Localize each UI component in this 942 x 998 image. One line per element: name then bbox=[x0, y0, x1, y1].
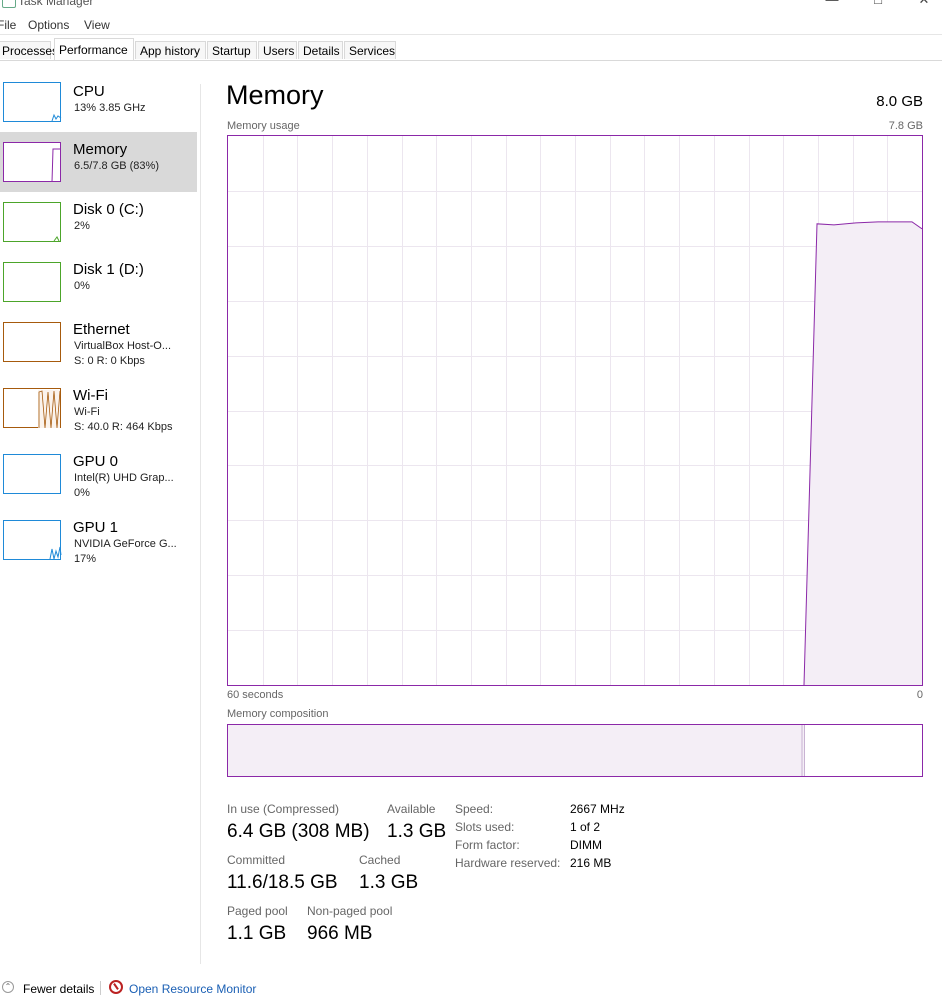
sidebar-item-detail: 0% bbox=[74, 280, 90, 292]
speed-value: 2667 MHz bbox=[570, 802, 625, 816]
resource-monitor-icon[interactable] bbox=[109, 980, 123, 994]
tab-processes[interactable]: Processes bbox=[0, 41, 58, 59]
composition-in-use-segment[interactable] bbox=[228, 725, 804, 776]
sidebar-item-detail: 6.5/7.8 GB (83%) bbox=[74, 160, 159, 172]
menu-view[interactable]: View bbox=[84, 18, 110, 32]
gpu0-thumbnail bbox=[3, 454, 61, 494]
sidebar-item-detail: Intel(R) UHD Grap... bbox=[74, 472, 174, 484]
sidebar-item-title: CPU bbox=[73, 83, 105, 100]
memory-total: 8.0 GB bbox=[876, 93, 923, 110]
memory-composition-label: Memory composition bbox=[227, 708, 329, 720]
memory-thumbnail bbox=[3, 142, 61, 183]
menu-file[interactable]: File bbox=[0, 18, 16, 32]
menu-bar: File Options View bbox=[0, 16, 942, 35]
sidebar-item-detail: 2% bbox=[74, 220, 90, 232]
slots-used-label: Slots used: bbox=[455, 820, 515, 834]
menu-options[interactable]: Options bbox=[28, 18, 69, 32]
close-icon[interactable]: ✕ bbox=[912, 0, 936, 8]
in-use-label: In use (Compressed) bbox=[227, 802, 340, 816]
chevron-up-icon[interactable]: ⌃ bbox=[2, 981, 14, 993]
disk0-thumbnail bbox=[3, 202, 61, 242]
disk1-thumbnail bbox=[3, 262, 61, 302]
sidebar-item-disk1[interactable]: Disk 1 (D:) 0% bbox=[0, 252, 197, 312]
sidebar-item-usage: 17% bbox=[74, 553, 97, 565]
hardware-reserved-value: 216 MB bbox=[570, 856, 612, 870]
sidebar-item-gpu0[interactable]: GPU 0 Intel(R) UHD Grap... 0% bbox=[0, 444, 197, 508]
memory-composition-plot bbox=[228, 725, 805, 776]
sidebar-item-detail: Wi-Fi bbox=[74, 406, 100, 418]
sidebar-item-title: GPU 0 bbox=[73, 453, 119, 470]
sidebar-item-detail: NVIDIA GeForce G... bbox=[74, 538, 177, 550]
time-axis-right-label: 0 bbox=[916, 689, 923, 701]
sidebar-item-title: Wi-Fi bbox=[73, 387, 108, 404]
time-axis-left-label: 60 seconds bbox=[227, 689, 284, 701]
non-paged-pool-value: 966 MB bbox=[307, 923, 373, 944]
in-use-value: 6.4 GB (308 MB) bbox=[227, 821, 370, 842]
memory-composition-bar[interactable] bbox=[227, 724, 923, 777]
non-paged-pool-label: Non-paged pool bbox=[307, 904, 393, 918]
sidebar-item-title: GPU 1 bbox=[73, 519, 119, 536]
sidebar-item-cpu[interactable]: CPU 13% 3.85 GHz bbox=[0, 72, 197, 132]
cached-label: Cached bbox=[359, 853, 401, 867]
tab-performance[interactable]: Performance bbox=[54, 38, 134, 60]
cpu-thumbnail bbox=[3, 82, 62, 122]
sidebar-item-throughput: S: 40.0 R: 464 Kbps bbox=[74, 421, 173, 433]
form-factor-label: Form factor: bbox=[455, 838, 520, 852]
footer-bar: ⌃ Fewer details Open Resource Monitor bbox=[0, 978, 942, 998]
speed-label: Speed: bbox=[455, 802, 494, 816]
footer-separator bbox=[100, 981, 101, 995]
sidebar-item-memory[interactable]: Memory 6.5/7.8 GB (83%) bbox=[0, 132, 197, 192]
memory-usage-plot bbox=[228, 136, 923, 686]
tab-bar: Processes Performance App history Startu… bbox=[0, 38, 942, 61]
sidebar-item-detail: VirtualBox Host-O... bbox=[74, 340, 171, 352]
sidebar-item-detail: 13% 3.85 GHz bbox=[74, 102, 146, 114]
available-label: Available bbox=[387, 802, 436, 816]
paged-pool-label: Paged pool bbox=[227, 904, 288, 918]
memory-usage-area bbox=[804, 221, 922, 685]
form-factor-value: DIMM bbox=[570, 838, 602, 852]
tab-app-history[interactable]: App history bbox=[135, 41, 206, 59]
wifi-thumbnail bbox=[3, 388, 61, 429]
sidebar-item-title: Memory bbox=[73, 141, 128, 158]
ethernet-thumbnail bbox=[3, 322, 61, 362]
window-title: Task Manager bbox=[18, 0, 94, 8]
resource-sidebar: CPU 13% 3.85 GHz Memory 6.5/7.8 GB (83%)… bbox=[0, 70, 200, 590]
page-title: Memory bbox=[226, 80, 324, 110]
tab-users[interactable]: Users bbox=[258, 41, 297, 59]
memory-usage-graph bbox=[227, 135, 923, 686]
sidebar-item-gpu1[interactable]: GPU 1 NVIDIA GeForce G... 17% bbox=[0, 510, 197, 574]
sidebar-item-wifi[interactable]: Wi-Fi Wi-Fi S: 40.0 R: 464 Kbps bbox=[0, 378, 197, 442]
memory-usage-max: 7.8 GB bbox=[888, 120, 923, 132]
sidebar-item-disk0[interactable]: Disk 0 (C:) 2% bbox=[0, 192, 197, 252]
sidebar-item-usage: 0% bbox=[74, 487, 90, 499]
sidebar-item-throughput: S: 0 R: 0 Kbps bbox=[74, 355, 145, 367]
gpu1-thumbnail bbox=[3, 520, 62, 560]
panel-divider bbox=[200, 84, 201, 964]
sidebar-item-title: Disk 1 (D:) bbox=[73, 261, 144, 278]
maximize-icon[interactable]: □ bbox=[866, 0, 890, 8]
minimize-icon[interactable]: — bbox=[820, 0, 844, 8]
sidebar-item-title: Disk 0 (C:) bbox=[73, 201, 144, 218]
tab-startup[interactable]: Startup bbox=[207, 41, 257, 59]
committed-label: Committed bbox=[227, 853, 286, 867]
paged-pool-value: 1.1 GB bbox=[227, 923, 287, 944]
tab-details[interactable]: Details bbox=[298, 41, 343, 59]
committed-value: 11.6/18.5 GB bbox=[227, 872, 338, 893]
slots-used-value: 1 of 2 bbox=[570, 820, 601, 834]
available-value: 1.3 GB bbox=[387, 821, 447, 842]
sidebar-item-title: Ethernet bbox=[73, 321, 130, 338]
task-manager-icon bbox=[2, 0, 16, 8]
memory-usage-label: Memory usage bbox=[227, 120, 300, 132]
title-bar: Task Manager — □ ✕ bbox=[0, 0, 942, 14]
hardware-reserved-label: Hardware reserved: bbox=[455, 856, 561, 870]
tab-services[interactable]: Services bbox=[344, 41, 396, 59]
fewer-details-link[interactable]: Fewer details bbox=[23, 982, 94, 996]
sidebar-item-ethernet[interactable]: Ethernet VirtualBox Host-O... S: 0 R: 0 … bbox=[0, 312, 197, 376]
cached-value: 1.3 GB bbox=[359, 872, 419, 893]
open-resource-monitor-link[interactable]: Open Resource Monitor bbox=[129, 982, 256, 996]
